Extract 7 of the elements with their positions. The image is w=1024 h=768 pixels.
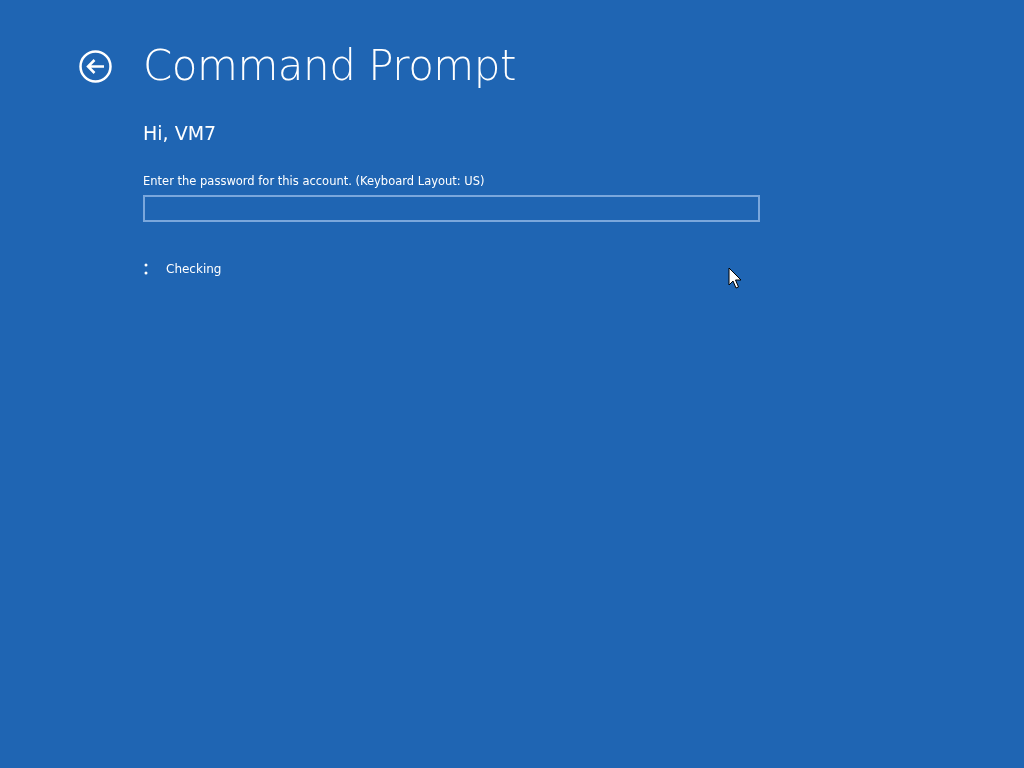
page-title: Command Prompt — [143, 40, 516, 92]
status-text: Checking — [166, 262, 222, 276]
mouse-pointer-icon — [728, 267, 742, 289]
password-field[interactable] — [143, 195, 760, 222]
password-label: Enter the password for this account. (Keyboard Layout: US) — [143, 174, 485, 188]
greeting: Hi, VM7 — [143, 122, 217, 144]
loading-spinner-icon — [143, 262, 149, 276]
